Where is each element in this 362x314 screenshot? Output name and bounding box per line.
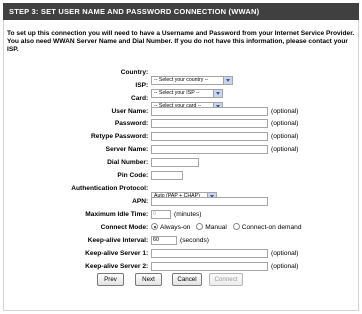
colon: : [146,146,149,153]
card-select[interactable]: -- Select your card -- [151,94,223,111]
server-name-label: Server Name [105,146,146,153]
password-label: Password [114,120,146,127]
step-header: STEP 3: SET USER NAME AND PASSWORD CONNE… [3,3,359,20]
colon: : [146,185,149,192]
password-optional: (optional) [271,120,299,127]
colon: : [146,198,149,205]
retype-password-optional: (optional) [271,133,299,140]
colon: : [146,172,149,179]
country-select[interactable]: -- Select your country -- [151,68,233,85]
connect-button[interactable]: Connect [209,273,243,286]
pin-code-label: Pin Code [117,172,146,179]
isp-label: ISP [135,82,146,89]
row-keepalive-server-2: Keep-alive Server 2 : (optional) [0,261,362,272]
row-retype-password: Retype Password : (optional) [0,131,362,142]
connect-mode-always-on[interactable]: Always-on [151,223,191,231]
colon: : [146,120,149,127]
row-connect-mode: Connect Mode : Always-on Manual Connect-… [0,222,362,233]
connect-mode-label: Connect Mode [100,224,146,231]
max-idle-time-label: Maximum Idle Time [85,211,146,218]
colon: : [146,133,149,140]
radio-selected-icon [151,223,158,230]
connect-mode-on-demand[interactable]: Connect-on demand [232,223,302,231]
auth-protocol-label: Authentication Protocol [71,185,146,192]
prev-button[interactable]: Prev [97,273,124,286]
row-apn: APN : [0,196,362,207]
apn-label: APN [132,198,146,205]
retype-password-label: Retype Password [91,133,146,140]
country-label: Country [120,69,146,76]
colon: : [146,224,149,231]
user-name-label: User Name [111,108,146,115]
colon: : [146,159,149,166]
colon: : [146,95,149,102]
colon: : [146,82,149,89]
isp-select[interactable]: -- Select your ISP -- [151,81,223,98]
keepalive-server-2-input[interactable] [151,262,268,271]
row-keepalive-server-1: Keep-alive Server 1 : (optional) [0,248,362,259]
row-auth-protocol: Authentication Protocol : Auto (PAP + CH… [0,183,362,201]
server-name-input[interactable] [151,145,268,154]
card-label: Card [130,95,146,102]
connect-mode-manual[interactable]: Manual [196,223,227,231]
intro-text: To set up this connection you will need … [7,30,355,53]
row-pin-code: Pin Code : [0,170,362,181]
server-name-optional: (optional) [271,146,299,153]
connect-mode-manual-label: Manual [205,224,227,231]
apn-input[interactable] [151,197,268,206]
colon: : [146,263,149,270]
keepalive-server-1-label: Keep-alive Server 1 [85,250,146,257]
dial-number-label: Dial Number [107,159,146,166]
row-isp: ISP : -- Select your ISP -- [0,80,362,98]
row-keepalive-interval: Keep-alive Interval : 60 (seconds) [0,235,362,246]
dial-number-input[interactable] [151,158,199,167]
connect-mode-group: Always-on Manual Connect-on demand [151,222,306,233]
keepalive-server-2-optional: (optional) [271,263,299,270]
max-idle-time-unit: (minutes) [174,211,202,218]
max-idle-time-input[interactable]: 0 [151,210,171,219]
user-name-input[interactable] [151,107,268,116]
row-max-idle-time: Maximum Idle Time : 0 (minutes) [0,209,362,220]
colon: : [146,108,149,115]
pin-code-input[interactable] [151,171,183,180]
connect-mode-always-on-label: Always-on [160,224,191,231]
retype-password-input[interactable] [151,132,268,141]
row-password: Password : (optional) [0,118,362,129]
keepalive-server-1-input[interactable] [151,249,268,258]
keepalive-server-2-label: Keep-alive Server 2 [85,263,146,270]
row-server-name: Server Name : (optional) [0,144,362,155]
radio-icon [232,223,240,230]
keepalive-interval-unit: (seconds) [180,237,209,244]
keepalive-interval-input[interactable]: 60 [151,236,177,245]
next-button[interactable]: Next [135,273,162,286]
row-dial-number: Dial Number : [0,157,362,168]
cancel-button[interactable]: Cancel [172,273,202,286]
colon: : [146,69,149,76]
keepalive-server-1-optional: (optional) [271,250,299,257]
keepalive-interval-label: Keep-alive Interval [87,237,146,244]
colon: : [146,237,149,244]
row-user-name: User Name : (optional) [0,106,362,117]
colon: : [146,250,149,257]
row-card: Card : -- Select your card -- [0,93,362,111]
user-name-optional: (optional) [271,108,299,115]
password-input[interactable] [151,119,268,128]
row-country: Country : -- Select your country -- [0,67,362,85]
connect-mode-on-demand-label: Connect-on demand [241,224,302,231]
auth-protocol-select[interactable]: Auto (PAP + CHAP) [151,184,217,201]
colon: : [146,211,149,218]
radio-icon [196,223,204,230]
